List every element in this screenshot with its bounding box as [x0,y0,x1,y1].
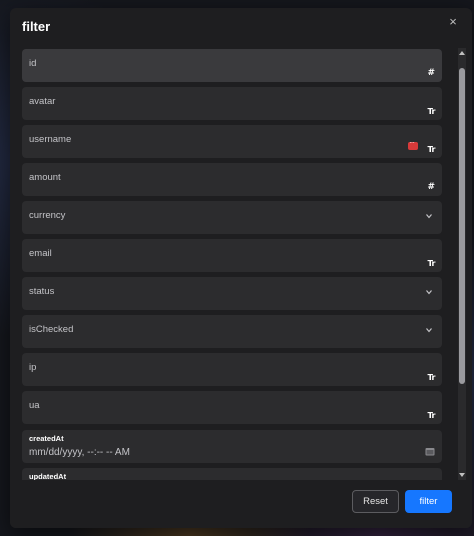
number-type-icon: # [427,68,435,78]
number-type-icon: # [427,182,435,192]
modal-title: filter [22,19,51,34]
filter-modal: filter × id # avatar Tr username Tr amou… [10,8,472,528]
filter-form: id # avatar Tr username Tr amount # curr… [10,48,458,480]
field-label: id [29,58,37,69]
scroll-down-icon[interactable] [459,473,465,477]
field-label: ip [29,362,37,373]
field-label: ua [29,400,40,411]
ischecked-select[interactable]: isChecked [22,315,442,348]
close-icon[interactable]: × [445,14,461,30]
text-type-icon: Tr [427,259,435,268]
field-label: currency [29,210,66,221]
field-label: amount [29,172,61,183]
datetime-placeholder[interactable]: mm/dd/yyyy, --:-- -- AM [29,447,130,458]
avatar-field[interactable]: avatar Tr [22,87,442,120]
calendar-icon[interactable] [425,447,435,456]
text-type-icon: Tr [427,145,435,154]
filter-button[interactable]: filter [405,490,452,513]
text-type-icon: Tr [427,411,435,420]
chevron-down-icon [426,328,432,333]
chevron-down-icon [426,214,432,219]
scroll-thumb[interactable] [459,68,465,384]
text-type-icon: Tr [427,107,435,116]
modal-footer: Reset filter [10,480,472,528]
password-manager-icon[interactable] [408,138,418,150]
ip-field[interactable]: ip Tr [22,353,442,386]
email-field[interactable]: email Tr [22,239,442,272]
status-select[interactable]: status [22,277,442,310]
text-type-icon: Tr [427,373,435,382]
id-field[interactable]: id # [22,49,442,82]
currency-select[interactable]: currency [22,201,442,234]
field-label: status [29,286,55,297]
field-label: email [29,248,52,259]
chevron-down-icon [426,290,432,295]
reset-button[interactable]: Reset [352,490,399,513]
field-label: avatar [29,96,56,107]
ua-field[interactable]: ua Tr [22,391,442,424]
createdat-datetime-field[interactable]: createdAt mm/dd/yyyy, --:-- -- AM [22,430,442,463]
field-label: username [29,134,72,145]
amount-field[interactable]: amount # [22,163,442,196]
form-scrollbar[interactable] [458,48,466,480]
field-label: isChecked [29,324,74,335]
field-label: updatedAt [29,472,67,480]
field-label: createdAt [29,434,64,443]
scroll-up-icon[interactable] [459,51,465,55]
updatedat-datetime-field[interactable]: updatedAt [22,468,442,480]
username-field[interactable]: username Tr [22,125,442,158]
